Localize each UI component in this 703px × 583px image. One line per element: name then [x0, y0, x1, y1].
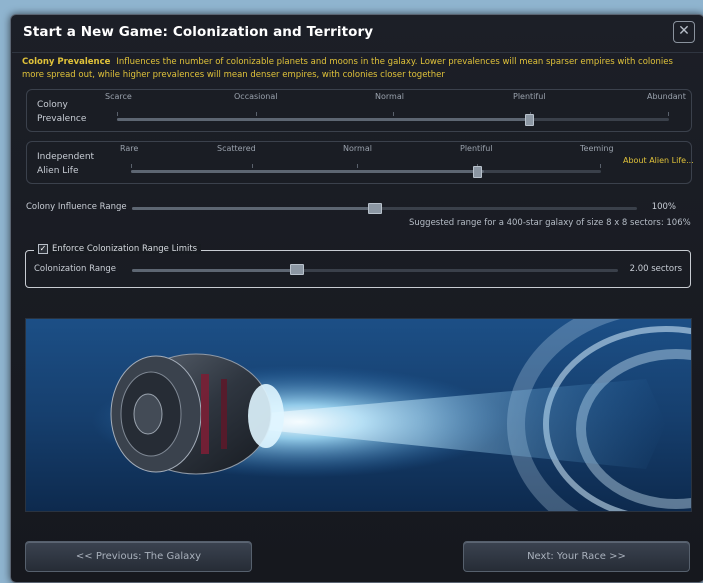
enforce-colonization-checkbox[interactable]: ✓: [38, 244, 48, 254]
influence-range-label: Colony Influence Range: [26, 202, 127, 212]
tick: [393, 112, 394, 116]
colonization-range-slider-track[interactable]: [132, 269, 618, 272]
next-button[interactable]: Next: Your Race >>: [463, 541, 690, 572]
option-normal[interactable]: Normal: [375, 92, 404, 101]
tick: [117, 112, 118, 116]
dialog-title: Start a New Game: Colonization and Terri…: [23, 24, 374, 40]
dialog-window: Start a New Game: Colonization and Terri…: [10, 14, 703, 583]
colonization-range-value: 2.00 sectors: [629, 264, 682, 274]
tick: [600, 164, 601, 168]
previous-button[interactable]: << Previous: The Galaxy: [25, 541, 252, 572]
alien-life-label-line2: Alien Life: [37, 166, 79, 176]
option-teeming[interactable]: Teeming: [580, 144, 614, 153]
alien-life-slider-handle[interactable]: [473, 166, 482, 178]
colony-ship-artwork: [25, 318, 692, 512]
enforce-colonization-checkbox-row[interactable]: ✓ Enforce Colonization Range Limits: [34, 244, 202, 254]
enforce-colonization-label[interactable]: Enforce Colonization Range Limits: [52, 244, 197, 254]
option-scarce[interactable]: Scarce: [105, 92, 132, 101]
close-icon[interactable]: ✕: [673, 21, 695, 43]
about-alien-life-link[interactable]: About Alien Life...: [623, 156, 694, 165]
influence-range-slider-handle[interactable]: [368, 203, 382, 214]
colony-prevalence-label-line1: Colony: [37, 100, 68, 110]
influence-range-slider-fill: [132, 207, 375, 210]
tick: [131, 164, 132, 168]
alien-life-slider-fill: [131, 170, 484, 173]
tick: [668, 112, 669, 116]
option-scattered[interactable]: Scattered: [217, 144, 256, 153]
influence-range-value: 100%: [651, 202, 676, 212]
tick: [357, 164, 358, 168]
option-plentiful[interactable]: Plentiful: [513, 92, 546, 101]
alien-life-panel: Independent Alien Life Rare Scattered No…: [26, 141, 694, 184]
colonization-range-slider-fill: [132, 269, 293, 272]
colony-prevalence-panel: Colony Prevalence Scarce Occasional Norm…: [26, 89, 692, 132]
colony-prevalence-label-line2: Prevalence: [37, 114, 87, 124]
option-normal[interactable]: Normal: [343, 144, 372, 153]
colony-prevalence-slider-handle[interactable]: [525, 114, 534, 126]
colonization-range-label: Colonization Range: [34, 264, 117, 274]
alien-life-label-line1: Independent: [37, 152, 95, 162]
influence-range-slider-track[interactable]: [132, 207, 637, 210]
title-divider: [12, 52, 703, 53]
description-body: Influences the number of colonizable pla…: [22, 57, 673, 80]
option-occasional[interactable]: Occasional: [234, 92, 277, 101]
colonization-range-slider-handle[interactable]: [290, 264, 304, 275]
option-rare[interactable]: Rare: [120, 144, 138, 153]
tick: [256, 112, 257, 116]
colony-prevalence-label: Colony Prevalence: [37, 98, 86, 126]
description-label: Colony Prevalence: [22, 57, 111, 67]
tick: [252, 164, 253, 168]
option-abundant[interactable]: Abundant: [647, 92, 686, 101]
colony-prevalence-slider-fill: [117, 118, 531, 121]
alien-life-label: Independent Alien Life: [37, 150, 94, 178]
colonization-range-group: ✓ Enforce Colonization Range Limits Colo…: [25, 244, 691, 288]
description-text: Colony Prevalence Influences the number o…: [22, 56, 694, 82]
colony-prevalence-slider-track[interactable]: [117, 118, 669, 121]
artwork-image: [26, 319, 691, 511]
option-plentiful[interactable]: Plentiful: [460, 144, 493, 153]
alien-life-slider-track[interactable]: [131, 170, 601, 173]
influence-range-suggestion: Suggested range for a 400-star galaxy of…: [409, 218, 691, 228]
